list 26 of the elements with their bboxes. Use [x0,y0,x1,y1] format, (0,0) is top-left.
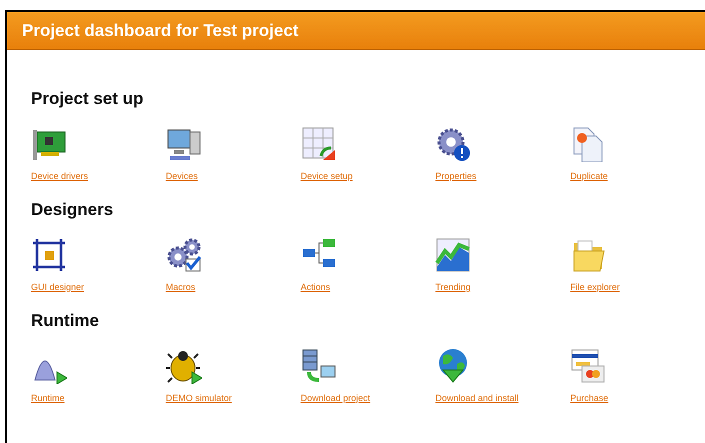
section-heading: Designers [31,199,114,221]
server-download-icon[interactable] [300,348,337,384]
dashboard-link[interactable]: DEMO simulator [166,392,232,405]
dashboard-link[interactable]: Properties [435,170,476,183]
frame-icon[interactable] [31,236,67,272]
dashboard-link[interactable]: Duplicate [570,170,608,183]
dashboard-link[interactable]: Purchase [570,392,608,405]
gears-check-icon[interactable] [166,236,202,272]
section-heading: Runtime [31,310,100,332]
dashboard-link[interactable]: Download project [300,392,370,405]
dashboard-link[interactable]: Device drivers [31,170,88,183]
dashboard-link[interactable]: Macros [166,280,196,294]
dashboard-link[interactable]: Runtime [31,392,65,405]
cards-icon[interactable] [570,348,606,384]
dashboard-link[interactable]: Devices [166,170,198,183]
page-title: Project dashboard for Test project [22,20,298,42]
dashboard-link[interactable]: Actions [300,280,330,294]
section-heading: Project set up [31,88,144,110]
dashboard-link[interactable]: Trending [435,280,471,294]
gear-icon[interactable] [435,126,472,162]
dashboard-link[interactable]: Device setup [300,170,353,183]
grid-icon[interactable] [300,126,337,162]
dashboard-link[interactable]: GUI designer [31,280,84,294]
chart-icon[interactable] [435,236,472,272]
dashboard-link[interactable]: File explorer [570,280,620,294]
dashboard-link[interactable]: Download and install [435,392,518,405]
